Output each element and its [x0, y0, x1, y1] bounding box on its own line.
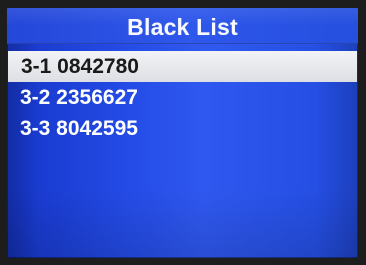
blacklist-screen: Black List 3-1 0842780 3-2 2356627 3-3 8… [7, 8, 358, 258]
list-item-selected[interactable]: 3-1 0842780 [8, 51, 357, 82]
blacklist-list: 3-1 0842780 3-2 2356627 3-3 8042595 [7, 51, 358, 144]
list-item[interactable]: 3-3 8042595 [7, 113, 358, 144]
device-frame: Black List 3-1 0842780 3-2 2356627 3-3 8… [0, 0, 366, 265]
list-item-label: 3-1 0842780 [21, 55, 139, 78]
list-item-label: 3-2 2356627 [20, 86, 138, 109]
title-bar: Black List [7, 8, 358, 44]
list-item-label: 3-3 8042595 [20, 117, 138, 140]
list-item[interactable]: 3-2 2356627 [7, 82, 358, 113]
page-title: Black List [127, 14, 238, 40]
